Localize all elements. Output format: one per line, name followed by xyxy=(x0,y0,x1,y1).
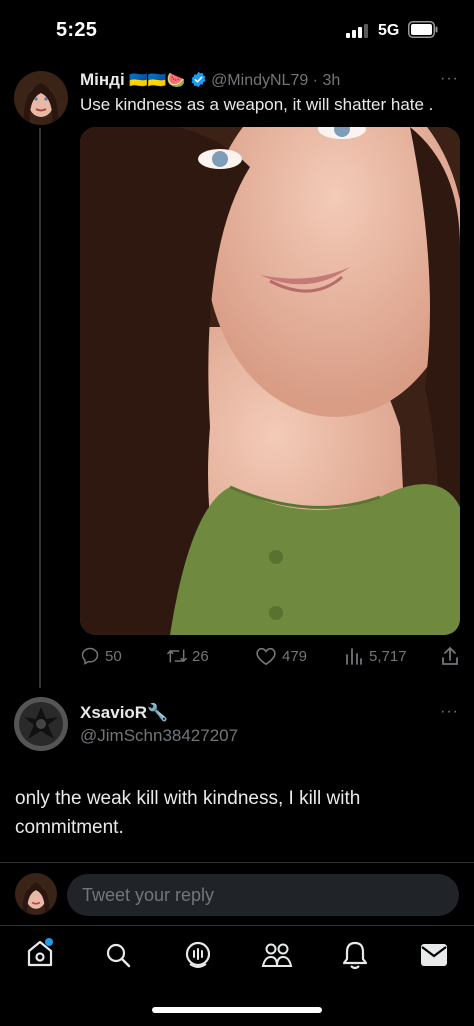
reply-author-handle: @JimSchn38427207 xyxy=(80,726,239,745)
reply-text-line: only the weak kill with kindness, I kill… xyxy=(15,788,361,809)
reply-count: 50 xyxy=(105,648,122,665)
retweet-count: 26 xyxy=(192,648,209,665)
thread-line xyxy=(39,128,41,688)
reply-more-button[interactable]: ··· xyxy=(440,703,459,721)
tweet-more-button[interactable]: ··· xyxy=(440,70,459,88)
author-handle-time: @MindyNL79 · 3h xyxy=(211,72,341,89)
tweet-actions: 50 26 479 5,717 xyxy=(80,645,460,669)
divider xyxy=(0,862,474,863)
like-icon[interactable] xyxy=(255,646,277,666)
verified-badge-icon xyxy=(191,71,206,88)
home-icon[interactable] xyxy=(25,937,55,969)
reply-text: only the weak kill with kindness, I kill… xyxy=(15,784,455,842)
tweet-text: Use kindness as a weapon, it will shatte… xyxy=(80,95,434,114)
network-label: 5G xyxy=(378,22,400,39)
reply-author-avatar[interactable] xyxy=(14,697,68,751)
reply-icon[interactable] xyxy=(80,646,100,666)
divider xyxy=(0,925,474,926)
author-avatar[interactable] xyxy=(14,71,68,125)
reply-author-name[interactable]: XsavioR🔧 xyxy=(80,703,168,723)
messages-icon[interactable] xyxy=(420,943,448,967)
author-name[interactable]: Мінді xyxy=(80,70,125,89)
status-time: 5:25 xyxy=(56,19,98,41)
communities-icon[interactable] xyxy=(261,940,293,970)
like-count: 479 xyxy=(282,648,308,665)
tweet-photo[interactable] xyxy=(80,127,460,635)
tweet-header: Мінді 🇺🇦🇺🇦🍉 @MindyNL79 · 3h xyxy=(80,70,340,90)
my-avatar[interactable] xyxy=(15,873,57,915)
notifications-icon[interactable] xyxy=(341,939,369,971)
spaces-icon[interactable] xyxy=(184,940,212,970)
battery-icon xyxy=(408,21,438,38)
signal-icon xyxy=(346,24,372,38)
author-flags: 🇺🇦🇺🇦🍉 xyxy=(129,72,186,89)
reply-input-placeholder: Tweet your reply xyxy=(82,885,215,905)
search-icon[interactable] xyxy=(104,941,132,969)
share-icon[interactable] xyxy=(440,645,460,667)
retweet-icon[interactable] xyxy=(166,646,188,666)
reply-text-line: commitment. xyxy=(15,817,124,838)
views-count: 5,717 xyxy=(369,648,407,665)
home-indicator[interactable] xyxy=(152,1007,322,1013)
views-icon[interactable] xyxy=(345,646,363,666)
